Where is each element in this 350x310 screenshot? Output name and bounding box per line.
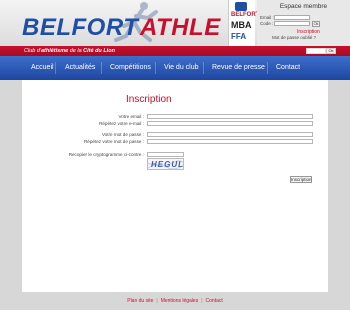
member-login-box: Espace membre Email : Code : Ok Inscript… bbox=[257, 0, 350, 46]
member-ok-button[interactable]: Ok bbox=[312, 21, 320, 27]
captcha-image: HEGUL bbox=[147, 158, 184, 170]
nav-item-contact[interactable]: Contact bbox=[276, 56, 300, 80]
partner-ffa[interactable]: FFA bbox=[231, 32, 246, 41]
nav-separator bbox=[101, 62, 102, 74]
tagline-band: Club d'athlétisme de la Cité du Lion Ok bbox=[0, 46, 350, 56]
nav-separator bbox=[203, 62, 204, 74]
main-content bbox=[22, 80, 328, 292]
captcha-text: HEGUL bbox=[151, 160, 184, 169]
search-input[interactable] bbox=[306, 48, 326, 54]
main-nav: Accueil Actualités Compétitions Vie du c… bbox=[0, 56, 350, 80]
member-code-input[interactable] bbox=[274, 21, 310, 26]
nav-item-revue-de-presse[interactable]: Revue de presse bbox=[212, 56, 265, 80]
partner-logos: BELFORT MBA FFA bbox=[228, 0, 259, 46]
logo-word-athle: ATHLE bbox=[140, 14, 221, 41]
nav-separator bbox=[267, 62, 268, 74]
member-title: Espace membre bbox=[279, 3, 328, 10]
member-email-label: Email : bbox=[260, 15, 274, 20]
footer-separator: | bbox=[201, 298, 203, 304]
site-header: BELFORT ATHLE BELFORT MBA FFA Espace mem… bbox=[0, 0, 350, 46]
email-field[interactable] bbox=[147, 114, 313, 119]
email-confirm-field[interactable] bbox=[147, 121, 313, 126]
nav-separator bbox=[155, 62, 156, 74]
email-label: Votre email : bbox=[118, 114, 144, 119]
footer-link-mentions-legales[interactable]: Mentions légales bbox=[161, 298, 199, 304]
site-footer: Plan du site | Mentions légales | Contact bbox=[0, 296, 350, 306]
partner-mba[interactable]: MBA bbox=[231, 20, 252, 30]
nav-item-actualites[interactable]: Actualités bbox=[65, 56, 95, 80]
footer-link-contact[interactable]: Contact bbox=[206, 298, 223, 304]
nav-item-competitions[interactable]: Compétitions bbox=[110, 56, 151, 80]
partner-crest-icon bbox=[235, 2, 247, 11]
member-code-label: Code : bbox=[260, 21, 274, 26]
captcha-field[interactable] bbox=[147, 152, 184, 157]
password-confirm-label: Répétez votre mot de passe : bbox=[83, 139, 144, 144]
password-field[interactable] bbox=[147, 132, 313, 137]
page-title: Inscription bbox=[126, 94, 172, 105]
footer-link-plan-du-site[interactable]: Plan du site bbox=[127, 298, 153, 304]
password-label: Votre mot de passe : bbox=[101, 132, 144, 137]
tagline: Club d'athlétisme de la Cité du Lion bbox=[24, 48, 115, 54]
logo-word-belfort: BELFORT bbox=[22, 14, 139, 41]
nav-separator bbox=[55, 62, 56, 74]
email-confirm-label: Répétez votre e-mail : bbox=[99, 121, 144, 126]
partner-belfort[interactable]: BELFORT bbox=[231, 12, 259, 19]
password-confirm-field[interactable] bbox=[147, 139, 313, 144]
nav-item-vie-du-club[interactable]: Vie du club bbox=[164, 56, 199, 80]
captcha-label: Recopier le cryptogramme ci-contre : bbox=[68, 152, 144, 157]
search-button[interactable]: Ok bbox=[326, 48, 336, 54]
nav-item-accueil[interactable]: Accueil bbox=[31, 56, 54, 80]
lost-password-link[interactable]: Mot de passe oublié ? bbox=[272, 35, 316, 40]
site-logo[interactable]: BELFORT ATHLE bbox=[20, 0, 230, 46]
inscription-submit-button[interactable]: Inscription bbox=[290, 176, 312, 183]
member-email-input[interactable] bbox=[274, 15, 310, 20]
footer-separator: | bbox=[156, 298, 158, 304]
